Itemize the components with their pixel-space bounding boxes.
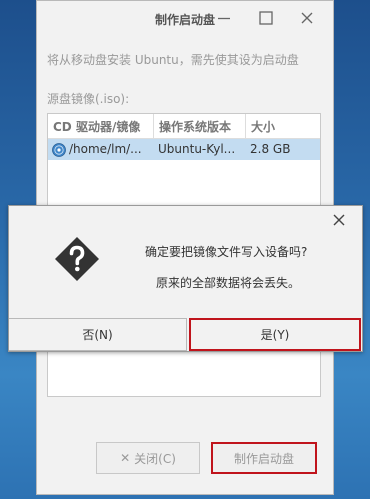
dialog-close-icon[interactable]	[331, 212, 347, 228]
drive-cell: /home/lm/...	[48, 139, 154, 160]
column-header-size[interactable]: 大小	[246, 114, 320, 138]
make-startup-disk-button[interactable]: 制作启动盘	[211, 442, 317, 474]
make-startup-disk-label: 制作启动盘	[233, 451, 294, 466]
instruction-text: 将从移动盘安装 Ubuntu，需先使其设为启动盘	[47, 53, 299, 67]
question-warning-icon	[55, 237, 99, 281]
column-header-drive[interactable]: CD 驱动器/镜像	[48, 114, 154, 138]
size-cell: 2.8 GB	[250, 142, 291, 156]
cd-disc-icon	[52, 143, 66, 157]
close-button-label: 关闭(C)	[134, 451, 176, 466]
yes-button[interactable]: 是(Y)	[189, 318, 361, 351]
close-button[interactable]: ✕ 关闭(C)	[96, 442, 200, 474]
maximize-icon[interactable]	[258, 10, 274, 26]
close-x-icon: ✕	[120, 451, 131, 465]
close-icon[interactable]	[299, 10, 315, 26]
source-disk-label: 源盘镜像(.iso):	[47, 92, 130, 106]
list-header: CD 驱动器/镜像 操作系统版本 大小	[48, 114, 320, 139]
window-title: 制作启动盘	[154, 13, 215, 27]
column-header-os-version[interactable]: 操作系统版本	[154, 114, 246, 138]
table-row[interactable]: /home/lm/... Ubuntu-Kyl... 2.8 GB	[48, 139, 320, 160]
os-version-cell: Ubuntu-Kyl...	[158, 142, 236, 156]
image-path: /home/lm/...	[69, 142, 142, 156]
dialog-message-primary: 确定要把镜像文件写入设备吗?	[145, 245, 308, 259]
no-button[interactable]: 否(N)	[9, 318, 187, 351]
confirm-dialog: 确定要把镜像文件写入设备吗? 原来的全部数据将会丢失。 否(N) 是(Y)	[8, 205, 363, 352]
minimize-icon[interactable]	[216, 10, 232, 26]
dialog-message-secondary: 原来的全部数据将会丢失。	[156, 276, 301, 290]
title-bar: 制作启动盘	[37, 1, 333, 37]
